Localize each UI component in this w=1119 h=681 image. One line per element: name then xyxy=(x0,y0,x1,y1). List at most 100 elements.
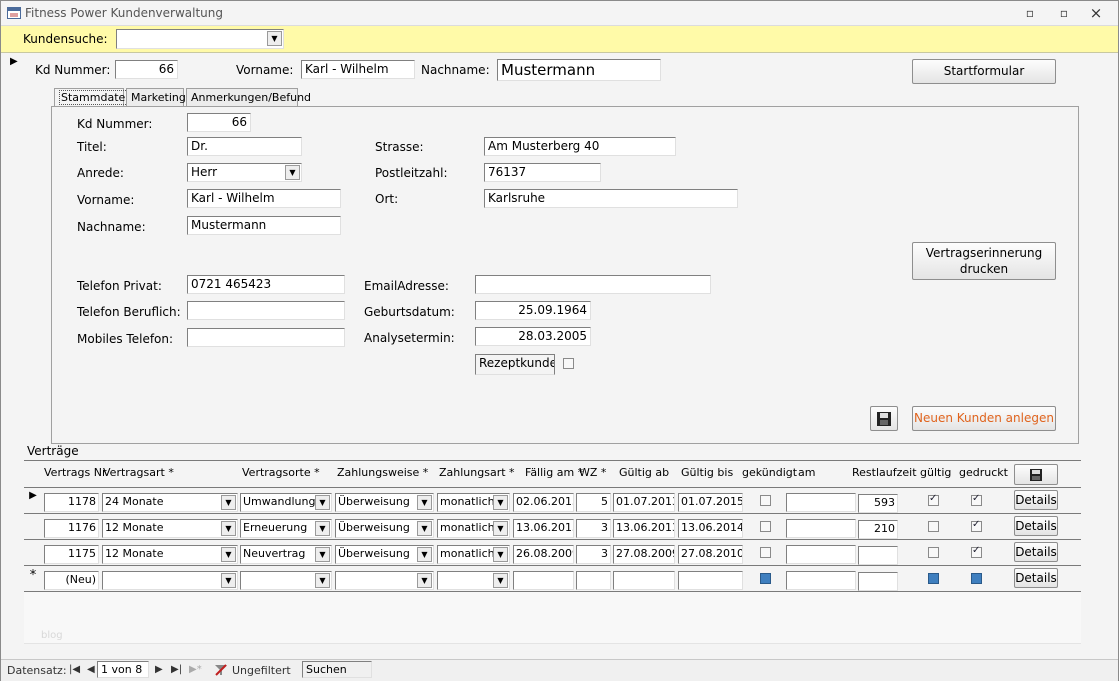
row1-faellig[interactable]: 13.06.2013 xyxy=(513,519,574,538)
newrow-zart[interactable]: ▼ xyxy=(437,571,510,590)
row0-bis[interactable]: 01.07.2015 xyxy=(678,493,743,512)
header-vorname-field[interactable]: Karl - Wilhelm xyxy=(301,60,415,79)
chevron-down-icon[interactable]: ▼ xyxy=(315,495,330,510)
strasse-field[interactable]: Am Musterberg 40 xyxy=(484,137,676,156)
row1-gueltig-checkbox[interactable] xyxy=(928,521,939,532)
newrow-gedruckt-checkbox[interactable] xyxy=(971,573,982,584)
row0-ab[interactable]: 01.07.2013 xyxy=(613,493,675,512)
new-record-icon[interactable]: ▶* xyxy=(189,664,202,675)
chevron-down-icon[interactable]: ▼ xyxy=(221,495,236,510)
row2-rest[interactable] xyxy=(858,546,898,565)
maximize-button[interactable]: ▫ xyxy=(1057,6,1071,20)
minimize-button[interactable]: ▫ xyxy=(1023,6,1037,20)
ort-field[interactable]: Karlsruhe xyxy=(484,189,738,208)
save-button[interactable] xyxy=(870,406,898,431)
row2-gueltig-checkbox[interactable] xyxy=(928,547,939,558)
newrow-bis[interactable] xyxy=(678,571,743,590)
geburt-field[interactable]: 25.09.1964 xyxy=(475,301,591,320)
record-position-field[interactable]: 1 von 8 xyxy=(97,661,149,678)
newrow-ab[interactable] xyxy=(613,571,675,590)
newrow-art[interactable]: ▼ xyxy=(102,571,238,590)
row2-sorte[interactable]: Neuvertrag ▼ xyxy=(240,545,332,564)
chevron-down-icon[interactable]: ▼ xyxy=(285,165,300,180)
row0-gekuendigt-checkbox[interactable] xyxy=(760,495,771,506)
mobil-field[interactable] xyxy=(187,328,345,347)
tel-privat-field[interactable]: 0721 465423 xyxy=(187,275,345,294)
row2-wz[interactable]: 3 xyxy=(576,545,611,564)
grid-save-button[interactable] xyxy=(1014,464,1058,485)
newrow-details-button[interactable]: Details xyxy=(1014,568,1058,588)
row1-sorte[interactable]: Erneuerung ▼ xyxy=(240,519,332,538)
row1-ab[interactable]: 13.06.2013 xyxy=(613,519,675,538)
row1-art[interactable]: 12 Monate ▼ xyxy=(102,519,238,538)
newrow-weise[interactable]: ▼ xyxy=(335,571,434,590)
row2-faellig[interactable]: 26.08.2009 xyxy=(513,545,574,564)
tab-anmerkungen[interactable]: Anmerkungen/Befund xyxy=(186,88,311,106)
chevron-down-icon[interactable]: ▼ xyxy=(417,495,432,510)
newrow-sorte[interactable]: ▼ xyxy=(240,571,332,590)
search-field[interactable]: Suchen xyxy=(302,661,372,678)
row1-zart[interactable]: monatlich ▼ xyxy=(437,519,510,538)
vertragserinnerung-button[interactable]: Vertragserinnerung drucken xyxy=(912,242,1056,280)
header-kdnr-field[interactable]: 66 xyxy=(115,60,178,79)
last-record-icon[interactable]: ▶| xyxy=(171,664,182,675)
startformular-button[interactable]: Startformular xyxy=(912,59,1056,84)
chevron-down-icon[interactable]: ▼ xyxy=(417,521,432,536)
anrede-combo[interactable]: Herr ▼ xyxy=(187,163,302,182)
row1-rest[interactable]: 210 xyxy=(858,520,898,539)
chevron-down-icon[interactable]: ▼ xyxy=(221,573,236,588)
row2-gedruckt-checkbox[interactable] xyxy=(971,545,982,558)
filter-status[interactable]: Ungefiltert xyxy=(232,664,291,677)
row0-art[interactable]: 24 Monate ▼ xyxy=(102,493,238,512)
row0-weise[interactable]: Überweisung ▼ xyxy=(335,493,434,512)
row1-wz[interactable]: 3 xyxy=(576,519,611,538)
row0-gedruckt-checkbox[interactable] xyxy=(971,493,982,506)
row1-weise[interactable]: Überweisung ▼ xyxy=(335,519,434,538)
row0-nr[interactable]: 1178 xyxy=(44,493,99,512)
tel-beruf-field[interactable] xyxy=(187,301,345,320)
row2-details-button[interactable]: Details xyxy=(1014,542,1058,562)
chevron-down-icon[interactable]: ▼ xyxy=(493,495,508,510)
tab-marketing[interactable]: Marketing xyxy=(126,88,186,106)
plz-field[interactable]: 76137 xyxy=(484,163,601,182)
row0-rest[interactable]: 593 xyxy=(858,494,898,513)
row2-art[interactable]: 12 Monate ▼ xyxy=(102,545,238,564)
row0-wz[interactable]: 5 xyxy=(576,493,611,512)
header-nachname-field[interactable]: Mustermann xyxy=(497,59,661,81)
row1-gekuendigt-checkbox[interactable] xyxy=(760,521,771,532)
row1-nr[interactable]: 1176 xyxy=(44,519,99,538)
newrow-faellig[interactable] xyxy=(513,571,574,590)
newrow-nr[interactable]: (Neu) xyxy=(44,571,99,590)
nachname-field[interactable]: Mustermann xyxy=(187,216,341,235)
row1-details-button[interactable]: Details xyxy=(1014,516,1058,536)
chevron-down-icon[interactable]: ▼ xyxy=(493,573,508,588)
row2-gekuendigt-checkbox[interactable] xyxy=(760,547,771,558)
customer-search-combo[interactable]: ▼ xyxy=(116,29,284,49)
row2-bis[interactable]: 27.08.2010 xyxy=(678,545,743,564)
chevron-down-icon[interactable]: ▼ xyxy=(417,573,432,588)
chevron-down-icon[interactable]: ▼ xyxy=(221,521,236,536)
prev-record-icon[interactable]: ◀ xyxy=(87,664,95,675)
row2-zart[interactable]: monatlich ▼ xyxy=(437,545,510,564)
row2-nr[interactable]: 1175 xyxy=(44,545,99,564)
row2-am[interactable] xyxy=(786,545,856,564)
vorname-field[interactable]: Karl - Wilhelm xyxy=(187,189,341,208)
chevron-down-icon[interactable]: ▼ xyxy=(267,31,282,46)
close-button[interactable]: × xyxy=(1089,6,1103,21)
row1-am[interactable] xyxy=(786,519,856,538)
titel-field[interactable]: Dr. xyxy=(187,137,302,156)
chevron-down-icon[interactable]: ▼ xyxy=(315,547,330,562)
newrow-am[interactable] xyxy=(786,571,856,590)
chevron-down-icon[interactable]: ▼ xyxy=(493,521,508,536)
newrow-gueltig-checkbox[interactable] xyxy=(928,573,939,584)
analyse-field[interactable]: 28.03.2005 xyxy=(475,327,591,346)
chevron-down-icon[interactable]: ▼ xyxy=(221,547,236,562)
chevron-down-icon[interactable]: ▼ xyxy=(315,521,330,536)
newrow-gekuendigt-checkbox[interactable] xyxy=(760,573,771,584)
row0-zart[interactable]: monatlich ▼ xyxy=(437,493,510,512)
row1-gedruckt-checkbox[interactable] xyxy=(971,519,982,532)
newrow-rest[interactable] xyxy=(858,572,898,591)
row2-ab[interactable]: 27.08.2009 xyxy=(613,545,675,564)
row1-bis[interactable]: 13.06.2014 xyxy=(678,519,743,538)
chevron-down-icon[interactable]: ▼ xyxy=(417,547,432,562)
